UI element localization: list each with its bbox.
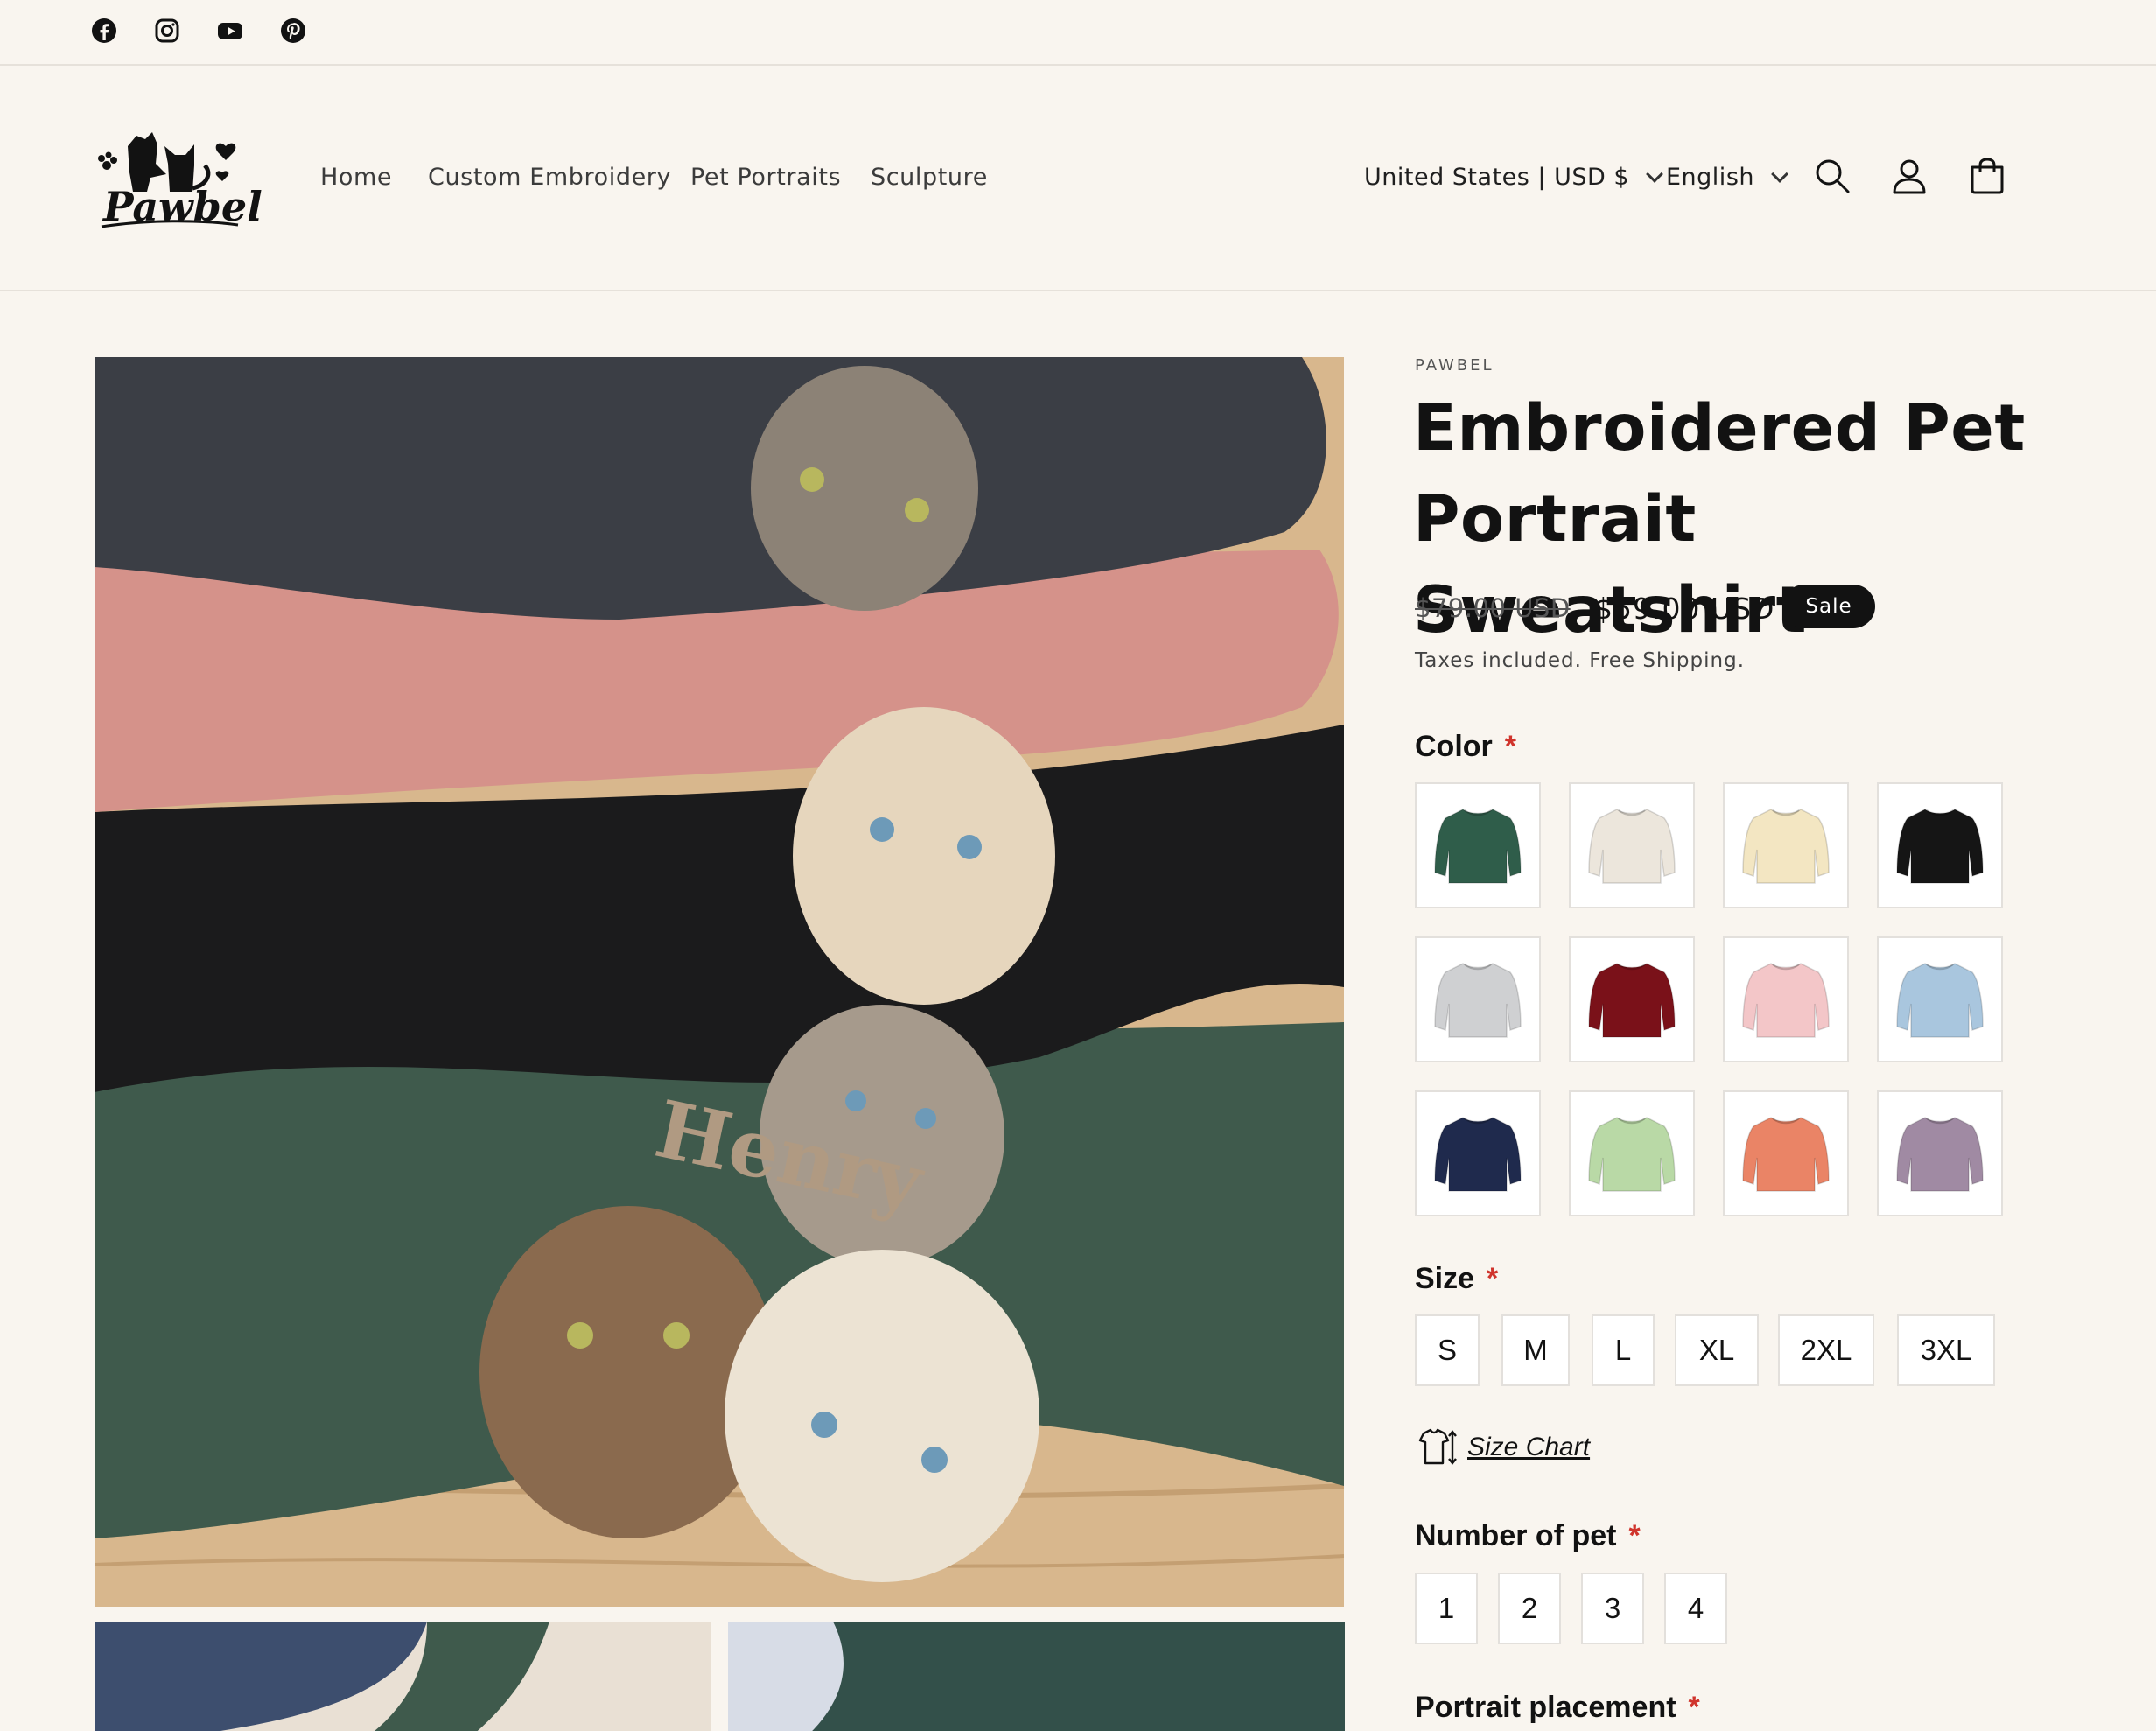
size-chart-label: Size Chart: [1467, 1433, 1591, 1461]
sweatshirt-icon: [1588, 809, 1676, 884]
search-icon[interactable]: [1813, 157, 1852, 195]
sweatshirt-icon: [1434, 809, 1522, 884]
color-swatch[interactable]: [1723, 1090, 1849, 1216]
color-swatch[interactable]: [1415, 1090, 1541, 1216]
nav-custom-embroidery[interactable]: Custom Embroidery: [428, 164, 671, 191]
size-label-text: Size: [1415, 1262, 1475, 1295]
thumbnail-image: [728, 1622, 1345, 1731]
color-swatch[interactable]: [1415, 782, 1541, 908]
pinterest-icon[interactable]: [278, 16, 308, 46]
pet-count-label-text: Number of pet: [1415, 1519, 1617, 1552]
size-option-xl[interactable]: XL: [1675, 1314, 1759, 1386]
site-header: Pawbel Home Custom Embroidery Pet Portra…: [0, 66, 2156, 291]
instagram-icon[interactable]: [152, 16, 182, 46]
sweatshirt-icon: [1588, 963, 1676, 1038]
chevron-down-icon: [1771, 165, 1788, 183]
country-selector-label: United States | USD $: [1364, 164, 1630, 191]
sweatshirt-icon: [1742, 963, 1830, 1038]
thumbnail-image: [94, 1622, 711, 1731]
price-sale: $59.00 USD: [1594, 592, 1775, 626]
pet-count-option-3[interactable]: 3: [1581, 1573, 1644, 1644]
color-swatch[interactable]: [1415, 936, 1541, 1062]
size-label: Size *: [1415, 1262, 1498, 1296]
required-mark: *: [1504, 730, 1517, 763]
color-swatch[interactable]: [1569, 782, 1695, 908]
color-swatch[interactable]: [1877, 782, 2003, 908]
sweatshirt-icon: [1434, 963, 1522, 1038]
pet-count-option-2[interactable]: 2: [1498, 1573, 1561, 1644]
sweatshirt-icon: [1588, 1117, 1676, 1192]
color-swatch[interactable]: [1877, 936, 2003, 1062]
sweatshirt-icon: [1896, 809, 1984, 884]
price-original: $79.00 USD: [1415, 593, 1571, 623]
required-mark: *: [1688, 1691, 1700, 1724]
sale-badge: Sale: [1782, 585, 1875, 628]
nav-pet-portraits[interactable]: Pet Portraits: [690, 164, 841, 191]
portrait-placement-label-text: Portrait placement: [1415, 1691, 1676, 1724]
shirt-ruler-icon: [1418, 1428, 1457, 1465]
pawbel-logo[interactable]: Pawbel: [94, 111, 262, 234]
language-selector[interactable]: English: [1666, 164, 1788, 191]
color-label-text: Color: [1415, 730, 1493, 763]
sweatshirt-icon: [1896, 963, 1984, 1038]
size-option-3xl[interactable]: 3XL: [1897, 1314, 1995, 1386]
color-swatch[interactable]: [1569, 936, 1695, 1062]
color-swatch[interactable]: [1723, 936, 1849, 1062]
social-bar: [0, 0, 2156, 66]
color-label: Color *: [1415, 730, 1516, 764]
color-swatch[interactable]: [1877, 1090, 2003, 1216]
product-thumbnail[interactable]: [728, 1622, 1345, 1731]
account-icon[interactable]: [1890, 157, 1928, 195]
required-mark: *: [1487, 1262, 1499, 1295]
product-main-image[interactable]: Henry: [94, 357, 1344, 1607]
pet-count-option-1[interactable]: 1: [1415, 1573, 1478, 1644]
size-chart-link[interactable]: Size Chart: [1415, 1428, 1590, 1467]
cart-icon[interactable]: [1968, 157, 2006, 195]
chevron-down-icon: [1646, 165, 1663, 183]
youtube-icon[interactable]: [215, 16, 245, 46]
nav-sculpture[interactable]: Sculpture: [871, 164, 988, 191]
facebook-icon[interactable]: [89, 16, 119, 46]
portrait-placement-label: Portrait placement *: [1415, 1691, 1700, 1725]
sweatshirt-icon: [1434, 1117, 1522, 1192]
logo-text: Pawbel: [103, 183, 262, 230]
size-option-l[interactable]: L: [1592, 1314, 1655, 1386]
size-option-2xl[interactable]: 2XL: [1778, 1314, 1874, 1386]
required-mark: *: [1628, 1519, 1641, 1552]
product-thumbnail[interactable]: [94, 1622, 711, 1731]
sweatshirt-icon: [1742, 1117, 1830, 1192]
color-swatch[interactable]: [1723, 782, 1849, 908]
sweatshirt-icon: [1742, 809, 1830, 884]
color-swatch[interactable]: [1569, 1090, 1695, 1216]
size-option-m[interactable]: M: [1502, 1314, 1570, 1386]
tax-note: Taxes included. Free Shipping.: [1415, 649, 1745, 672]
country-selector[interactable]: United States | USD $: [1364, 164, 1663, 191]
sweatshirt-icon: [1896, 1117, 1984, 1192]
size-option-s[interactable]: S: [1415, 1314, 1480, 1386]
pet-count-option-4[interactable]: 4: [1664, 1573, 1727, 1644]
product-vendor: PAWBEL: [1415, 356, 1494, 375]
pet-count-label: Number of pet *: [1415, 1519, 1641, 1553]
language-selector-label: English: [1666, 164, 1754, 191]
stacked-sweatshirts-image: [94, 357, 1344, 1607]
nav-home[interactable]: Home: [320, 164, 392, 191]
